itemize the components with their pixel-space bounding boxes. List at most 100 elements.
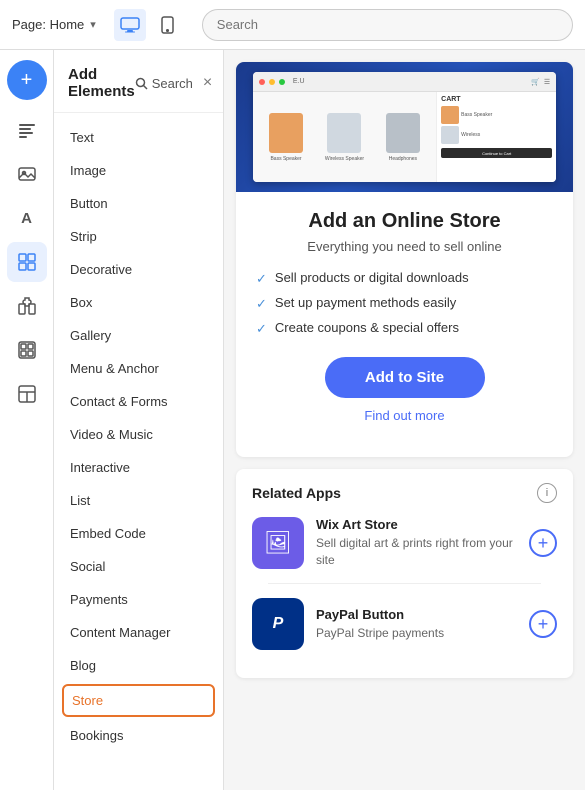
- main-content: E.U 🛒 ☰ Bass Speaker Wireless Speaker: [224, 50, 585, 790]
- desktop-icon[interactable]: [114, 9, 146, 41]
- font-icon[interactable]: A: [7, 198, 47, 238]
- related-apps-header: Related Apps i: [252, 483, 557, 503]
- element-item-bookings[interactable]: Bookings: [54, 719, 223, 752]
- add-elements-icon[interactable]: +: [7, 60, 47, 100]
- mock-dot-red: [259, 79, 265, 85]
- find-out-more-link[interactable]: Find out more: [256, 408, 553, 423]
- close-panel-button[interactable]: ×: [203, 75, 212, 91]
- product-3-image: [386, 113, 420, 153]
- store-feature-3: ✓ Create coupons & special offers: [256, 320, 553, 337]
- wix-art-store-desc: Sell digital art & prints right from you…: [316, 535, 517, 569]
- mock-cart-icon: 🛒: [531, 78, 540, 86]
- add-to-site-button[interactable]: Add to Site: [325, 357, 485, 398]
- element-item-menu-anchor[interactable]: Menu & Anchor: [54, 352, 223, 385]
- mock-brand-label: E.U: [293, 78, 305, 85]
- wix-art-store-icon: 🖼: [252, 517, 304, 569]
- paypal-button-icon: P: [252, 598, 304, 650]
- photo-gallery-icon[interactable]: [7, 330, 47, 370]
- mock-cart-button: Continue to Cart: [441, 148, 552, 158]
- feature-1-text: Sell products or digital downloads: [275, 270, 469, 285]
- wix-art-store-name: Wix Art Store: [316, 517, 517, 532]
- table-icon[interactable]: [7, 374, 47, 414]
- related-apps-title: Related Apps: [252, 485, 341, 501]
- element-item-box[interactable]: Box: [54, 286, 223, 319]
- mobile-icon[interactable]: [152, 9, 184, 41]
- mock-dot-yellow: [269, 79, 275, 85]
- app-item-paypal: P PayPal Button PayPal Stripe payments +: [252, 598, 557, 650]
- check-icon-3: ✓: [256, 321, 267, 337]
- related-apps-section: Related Apps i 🖼 Wix Art Store Sell digi…: [236, 469, 573, 678]
- element-item-payments[interactable]: Payments: [54, 583, 223, 616]
- mock-cart-item-2: Wireless: [441, 126, 552, 144]
- store-feature-1: ✓ Sell products or digital downloads: [256, 270, 553, 287]
- chevron-down-icon: ▾: [90, 18, 96, 31]
- mock-cart-btn-label: Continue to Cart: [482, 151, 511, 156]
- device-icons: [114, 9, 184, 41]
- element-item-contact-forms[interactable]: Contact & Forms: [54, 385, 223, 418]
- element-item-list[interactable]: List: [54, 484, 223, 517]
- store-info-section: Add an Online Store Everything you need …: [236, 192, 573, 457]
- element-item-interactive[interactable]: Interactive: [54, 451, 223, 484]
- store-hero-image: E.U 🛒 ☰ Bass Speaker Wireless Speaker: [236, 62, 573, 192]
- search-label: Search: [152, 76, 193, 91]
- element-list: Text Image Button Strip Decorative Box G…: [54, 113, 223, 760]
- store-tagline: Everything you need to sell online: [256, 239, 553, 254]
- element-item-embed-code[interactable]: Embed Code: [54, 517, 223, 550]
- mock-store-preview: E.U 🛒 ☰ Bass Speaker Wireless Speaker: [253, 72, 556, 182]
- product-2-label: Wireless Speaker: [325, 156, 364, 162]
- element-item-store[interactable]: Store: [62, 684, 215, 717]
- cart-item-1-text: Bass Speaker: [461, 112, 492, 118]
- element-item-gallery[interactable]: Gallery: [54, 319, 223, 352]
- product-2-image: [327, 113, 361, 153]
- element-item-text[interactable]: Text: [54, 121, 223, 154]
- product-3-label: Headphones: [389, 156, 417, 162]
- mock-browser-bar: E.U 🛒 ☰: [253, 72, 556, 92]
- top-search-input[interactable]: [202, 9, 573, 41]
- mock-cart-title: CART: [441, 96, 552, 103]
- mock-product-2: Wireless Speaker: [324, 107, 364, 167]
- text-icon[interactable]: [7, 110, 47, 150]
- header-actions: Search ×: [135, 75, 213, 91]
- store-feature-2: ✓ Set up payment methods easily: [256, 295, 553, 312]
- paypal-button-name: PayPal Button: [316, 607, 517, 622]
- paypal-button-add-button[interactable]: +: [529, 610, 557, 638]
- mock-cart-item-1: Bass Speaker: [441, 106, 552, 124]
- panel-search-button[interactable]: Search: [135, 76, 193, 91]
- mock-products-area: Bass Speaker Wireless Speaker Headphones: [253, 92, 436, 182]
- element-item-image[interactable]: Image: [54, 154, 223, 187]
- product-1-image: [269, 113, 303, 153]
- element-item-video-music[interactable]: Video & Music: [54, 418, 223, 451]
- top-bar: Page: Home ▾: [0, 0, 585, 50]
- cart-item-1-img: [441, 106, 459, 124]
- element-item-content-manager[interactable]: Content Manager: [54, 616, 223, 649]
- image-icon[interactable]: [7, 154, 47, 194]
- cart-item-2-text: Wireless: [461, 132, 480, 138]
- product-1-label: Bass Speaker: [270, 156, 301, 162]
- panel-title: Add Elements: [68, 66, 135, 100]
- add-elements-panel-icon[interactable]: [7, 242, 47, 282]
- element-item-blog[interactable]: Blog: [54, 649, 223, 682]
- mock-product-3: Headphones: [383, 107, 423, 167]
- feature-3-text: Create coupons & special offers: [275, 320, 459, 335]
- element-item-button[interactable]: Button: [54, 187, 223, 220]
- wix-art-store-add-button[interactable]: +: [529, 529, 557, 557]
- icon-sidebar: + A: [0, 50, 54, 790]
- feature-2-text: Set up payment methods easily: [275, 295, 456, 310]
- element-item-social[interactable]: Social: [54, 550, 223, 583]
- store-detail-card: E.U 🛒 ☰ Bass Speaker Wireless Speaker: [236, 62, 573, 457]
- info-icon[interactable]: i: [537, 483, 557, 503]
- element-item-strip[interactable]: Strip: [54, 220, 223, 253]
- mock-dot-green: [279, 79, 285, 85]
- elements-panel: Add Elements Search × Text Image Button …: [54, 50, 224, 790]
- mock-store-body: Bass Speaker Wireless Speaker Headphones…: [253, 92, 556, 182]
- element-item-decorative[interactable]: Decorative: [54, 253, 223, 286]
- page-selector[interactable]: Page: Home ▾: [12, 17, 96, 32]
- wix-art-store-info: Wix Art Store Sell digital art & prints …: [316, 517, 517, 569]
- page-label: Page: Home: [12, 17, 84, 32]
- puzzle-icon[interactable]: [7, 286, 47, 326]
- divider: [268, 583, 541, 584]
- check-icon-1: ✓: [256, 271, 267, 287]
- elements-panel-header: Add Elements Search ×: [54, 50, 223, 113]
- paypal-button-info: PayPal Button PayPal Stripe payments: [316, 607, 517, 642]
- check-icon-2: ✓: [256, 296, 267, 312]
